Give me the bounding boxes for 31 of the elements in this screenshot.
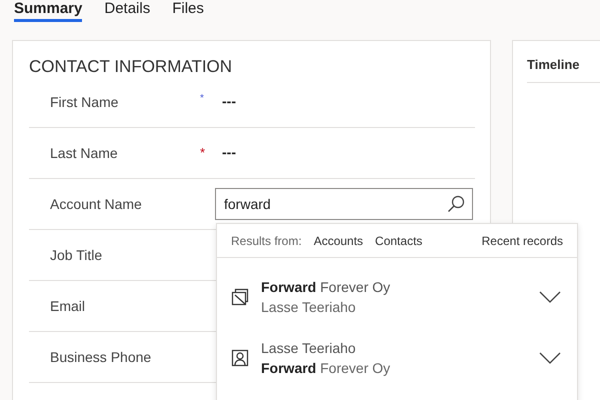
result-subtitle: Forward Forever Oy <box>261 358 392 378</box>
result-item[interactable]: Forward Forever Oy Lasse Teeriaho <box>217 266 577 327</box>
tab[interactable]: Summary <box>14 0 82 22</box>
search-icon <box>447 195 465 213</box>
field-value: --- <box>222 93 236 109</box>
result-title: Lasse Teeriaho <box>261 338 357 358</box>
tab[interactable]: Files <box>172 0 204 22</box>
result-title: Forward Forever Oy <box>261 278 392 296</box>
timeline-title: Timeline <box>527 57 600 83</box>
field-label: Email <box>49 298 86 314</box>
result-item[interactable]: Lasse Teeriaho Forward Forever Oy <box>217 327 577 388</box>
result-subtitle: Lasse Teeriaho <box>261 298 357 316</box>
results-from-label: Results from: <box>231 234 302 248</box>
field-label: Account Name <box>49 196 143 212</box>
filter-link[interactable]: Accounts <box>314 234 364 248</box>
chevron-down-icon <box>539 290 561 302</box>
required-marker: * <box>200 145 206 160</box>
field-label: Business Phone <box>49 349 152 365</box>
recent-records-link[interactable]: Recent records <box>482 234 563 248</box>
field-label: First Name <box>49 94 120 110</box>
contact-card-icon <box>231 348 249 366</box>
recommended-marker: * <box>200 93 204 104</box>
filter-link[interactable]: Contacts <box>375 234 422 248</box>
chevron-down-icon <box>539 352 561 364</box>
lookup-field[interactable]: forward <box>215 188 473 220</box>
field-label: Last Name <box>49 145 119 161</box>
field-label: Job Title <box>49 247 104 263</box>
field-value: --- <box>222 144 236 160</box>
tab[interactable]: Details <box>104 0 150 22</box>
section-title: CONTACT INFORMATION <box>29 57 234 77</box>
building-icon <box>231 288 249 306</box>
